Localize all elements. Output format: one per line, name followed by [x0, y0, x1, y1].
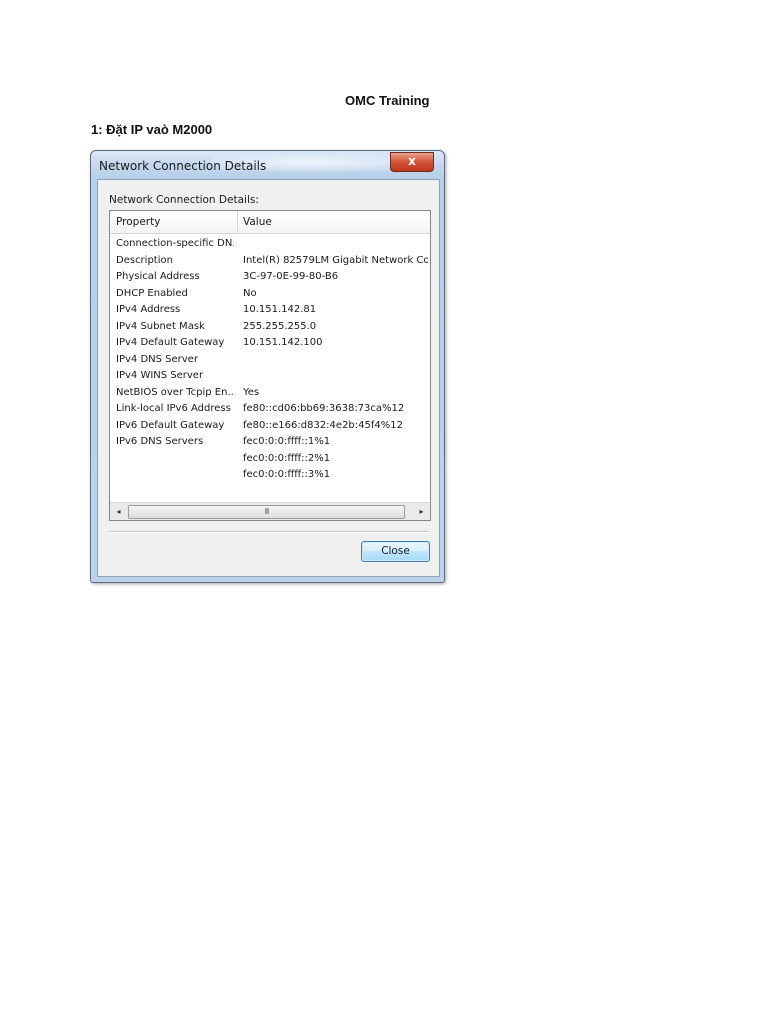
table-row[interactable]: Physical Address 3C-97-0E-99-80-B6: [110, 269, 430, 286]
horizontal-scrollbar[interactable]: ◂ III ▸: [110, 502, 430, 520]
list-rows: Connection-specific DN... Description Inte…: [110, 236, 430, 484]
property-cell: IPv4 DNS Server: [116, 353, 198, 365]
details-listview[interactable]: Property Value Connection-specific DN...…: [109, 210, 431, 521]
property-cell: IPv4 Default Gateway: [116, 337, 225, 348]
table-row[interactable]: DHCP Enabled No: [110, 286, 430, 303]
value-cell: Intel(R) 82579LM Gigabit Network Conne: [243, 254, 428, 266]
table-row[interactable]: Description Intel(R) 82579LM Gigabit Netw…: [110, 253, 430, 270]
list-header: Property Value: [110, 211, 430, 234]
table-row[interactable]: Link-local IPv6 Address fe80::cd06:bb69:3…: [110, 401, 430, 418]
property-cell: Link-local IPv6 Address: [116, 403, 231, 414]
dialog-client-area: Network Connection Details: Property Val…: [97, 179, 440, 577]
value-cell: fec0:0:0:ffff::2%1: [243, 452, 331, 464]
property-cell: IPv4 Subnet Mask: [116, 320, 205, 332]
scroll-left-arrow-icon[interactable]: ◂: [110, 503, 127, 520]
table-row[interactable]: fec0:0:0:ffff::3%1: [110, 467, 430, 484]
close-icon: x: [408, 154, 416, 168]
table-row[interactable]: IPv4 Default Gateway 10.151.142.100: [110, 335, 430, 352]
details-label: Network Connection Details:: [109, 194, 259, 206]
value-cell: Yes: [243, 386, 260, 398]
column-header-property[interactable]: Property: [116, 216, 160, 228]
table-row[interactable]: IPv6 DNS Servers fec0:0:0:ffff::1%1: [110, 434, 430, 451]
document-heading: 1: Đặt IP vaò M2000: [91, 122, 213, 137]
property-cell: Physical Address: [116, 271, 200, 282]
table-row[interactable]: NetBIOS over Tcpip En... Yes: [110, 385, 430, 402]
scroll-right-arrow-icon[interactable]: ▸: [413, 503, 430, 520]
property-cell: Connection-specific DN...: [116, 238, 234, 249]
network-connection-details-dialog: Network Connection Details x Network Con…: [90, 150, 445, 583]
value-cell: 10.151.142.81: [243, 304, 317, 315]
table-row[interactable]: IPv6 Default Gateway fe80::e166:d832:4e2b…: [110, 418, 430, 435]
value-cell: fec0:0:0:ffff::3%1: [243, 469, 331, 480]
column-separator[interactable]: [237, 211, 238, 233]
close-window-button[interactable]: x: [390, 152, 434, 172]
window-title: Network Connection Details: [99, 159, 267, 173]
value-cell: 255.255.255.0: [243, 320, 317, 332]
table-row[interactable]: fec0:0:0:ffff::2%1: [110, 451, 430, 468]
value-cell: fe80::e166:d832:4e2b:45f4%12: [243, 419, 403, 431]
table-row[interactable]: IPv4 DNS Server: [110, 352, 430, 369]
property-cell: DHCP Enabled: [116, 287, 188, 299]
value-cell: fec0:0:0:ffff::1%1: [243, 436, 331, 447]
property-cell: IPv6 DNS Servers: [116, 436, 204, 447]
titlebar[interactable]: Network Connection Details x: [91, 151, 444, 179]
divider: [109, 531, 429, 533]
table-row[interactable]: IPv4 Subnet Mask 255.255.255.0: [110, 319, 430, 336]
value-cell: 3C-97-0E-99-80-B6: [243, 271, 339, 282]
property-cell: IPv4 Address: [116, 304, 181, 315]
value-cell: fe80::cd06:bb69:3638:73ca%12: [243, 403, 405, 414]
value-cell: No: [243, 287, 257, 299]
column-header-value[interactable]: Value: [243, 216, 272, 228]
property-cell: IPv6 Default Gateway: [116, 419, 225, 431]
value-cell: 10.151.142.100: [243, 337, 323, 348]
table-row[interactable]: IPv4 WINS Server: [110, 368, 430, 385]
table-row[interactable]: IPv4 Address 10.151.142.81: [110, 302, 430, 319]
property-cell: IPv4 WINS Server: [116, 370, 204, 381]
document-title: OMC Training: [345, 93, 430, 108]
property-cell: NetBIOS over Tcpip En...: [116, 386, 234, 398]
scroll-grip-icon: III: [264, 507, 270, 516]
scroll-thumb[interactable]: III: [128, 505, 405, 519]
property-cell: Description: [116, 254, 173, 266]
close-button[interactable]: Close: [361, 541, 430, 562]
table-row[interactable]: Connection-specific DN...: [110, 236, 430, 253]
